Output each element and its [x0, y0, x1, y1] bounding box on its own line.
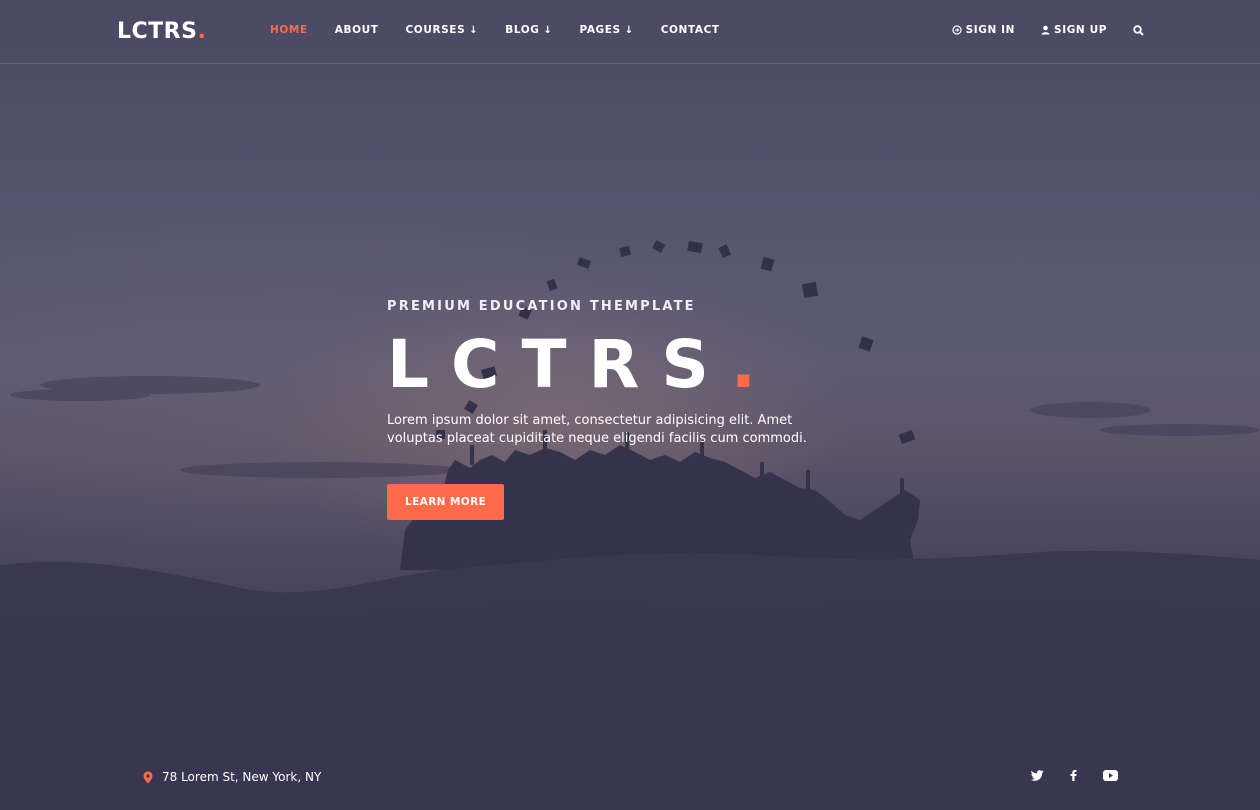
- nav-item-label: BLOG: [505, 24, 540, 36]
- hero-title: LCTRS.: [387, 332, 857, 398]
- nav-item-label: HOME: [270, 24, 308, 36]
- hero-subtitle: PREMIUM EDUCATION THEMPLATE: [387, 299, 696, 314]
- facebook-icon: [1070, 770, 1077, 781]
- nav-item-blog[interactable]: BLOG ↓: [505, 24, 552, 36]
- sign-in-label: SIGN IN: [965, 24, 1016, 36]
- main-menu: HOME ABOUT COURSES ↓ BLOG ↓ PAGES ↓ CONT…: [270, 24, 747, 36]
- hero-title-text: LCTRS: [387, 326, 731, 403]
- sign-up-label: SIGN UP: [1054, 24, 1107, 36]
- user-icon: [1041, 25, 1050, 35]
- twitter-link[interactable]: [1031, 770, 1044, 781]
- hero-title-dot: .: [730, 326, 778, 403]
- nav-item-label: PAGES: [579, 24, 621, 36]
- nav-item-label: COURSES: [405, 24, 466, 36]
- social-links: [1005, 770, 1118, 781]
- youtube-link[interactable]: [1103, 770, 1118, 781]
- search-button[interactable]: [1133, 24, 1144, 36]
- hero-content: PREMIUM EDUCATION THEMPLATE LCTRS. Lorem…: [387, 299, 857, 520]
- address: 78 Lorem St, New York, NY: [143, 770, 321, 784]
- brand-logo[interactable]: LCTRS.: [117, 19, 206, 44]
- nav-item-label: CONTACT: [660, 24, 720, 36]
- hero-description: Lorem ipsum dolor sit amet, consectetur …: [387, 413, 807, 446]
- nav-item-about[interactable]: ABOUT: [335, 24, 379, 36]
- brand-dot: .: [197, 19, 207, 44]
- arrow-down-icon: ↓: [624, 24, 634, 36]
- map-pin-icon: [143, 771, 153, 783]
- twitter-icon: [1031, 770, 1044, 781]
- brand-name: LCTRS: [117, 19, 198, 44]
- nav-item-contact[interactable]: CONTACT: [661, 24, 720, 36]
- nav-item-home[interactable]: HOME: [270, 24, 308, 36]
- search-icon: [1133, 24, 1144, 36]
- youtube-icon: [1103, 770, 1118, 781]
- sign-in-icon: [952, 25, 962, 35]
- arrow-down-icon: ↓: [469, 24, 479, 36]
- address-text: 78 Lorem St, New York, NY: [162, 770, 322, 784]
- sign-in-link[interactable]: SIGN IN: [952, 24, 1015, 36]
- learn-more-button[interactable]: LEARN MORE: [387, 484, 505, 520]
- top-navbar: LCTRS. HOME ABOUT COURSES ↓ BLOG ↓ PAGES…: [0, 0, 1260, 64]
- nav-item-label: ABOUT: [334, 24, 379, 36]
- sign-up-link[interactable]: SIGN UP: [1041, 24, 1107, 36]
- nav-item-pages[interactable]: PAGES ↓: [579, 24, 633, 36]
- auth-links: SIGN IN SIGN UP: [926, 24, 1144, 36]
- facebook-link[interactable]: [1070, 770, 1077, 781]
- footer-bar: 78 Lorem St, New York, NY: [0, 760, 1260, 796]
- arrow-down-icon: ↓: [543, 24, 553, 36]
- nav-item-courses[interactable]: COURSES ↓: [406, 24, 479, 36]
